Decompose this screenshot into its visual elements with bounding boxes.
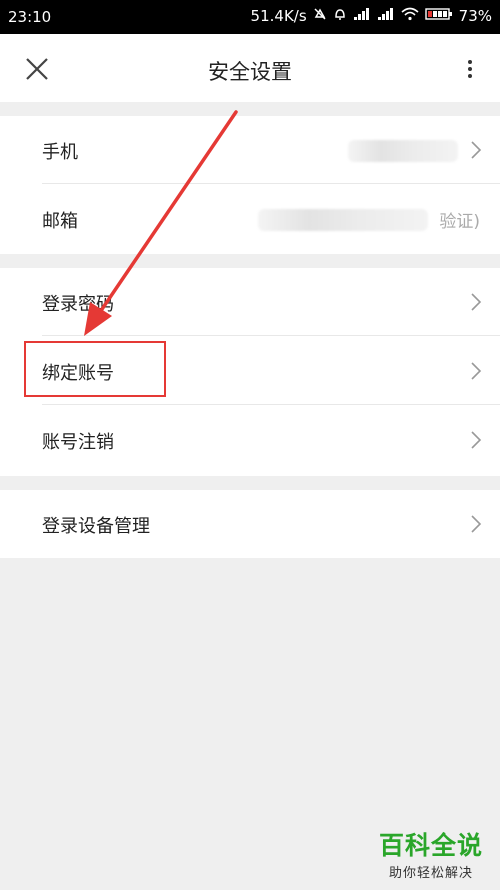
account-contact-group: 手机 邮箱 验证) [0,116,500,254]
highlight-box [24,341,166,397]
divider [42,335,500,336]
email-verify-hint: 验证) [439,212,480,232]
divider [42,183,500,184]
battery-icon [424,7,453,25]
network-speed: 51.4K/s [250,7,307,25]
redacted-value [348,140,458,162]
header: 安全设置 [0,34,500,102]
settings-item-label: 登录设备管理 [42,516,150,537]
settings-item-phone[interactable]: 手机 [0,116,500,184]
settings-item-label: 账号注销 [42,432,114,453]
mute-icon [313,7,327,25]
chevron-right-icon [470,430,482,450]
redacted-value [258,209,428,231]
settings-item-label: 登录密码 [42,294,114,315]
wifi-icon [401,7,419,25]
battery-percent: 73% [458,7,492,25]
device-group: 登录设备管理 [0,490,500,558]
settings-item-account-deletion[interactable]: 账号注销 [0,406,500,474]
chevron-right-icon [470,292,482,312]
signal-icon [353,7,371,25]
settings-item-device-management[interactable]: 登录设备管理 [0,490,500,558]
more-vertical-icon[interactable] [466,58,474,80]
chevron-right-icon [470,140,482,160]
settings-item-login-password[interactable]: 登录密码 [0,268,500,336]
settings-item-label: 邮箱 [42,211,78,232]
signal-icon [377,7,395,25]
status-time: 23:10 [8,8,52,26]
watermark-logo: 百科全说 助你轻松解决 [368,826,494,882]
chevron-right-icon [470,361,482,381]
chevron-right-icon [470,514,482,534]
settings-item-email[interactable]: 邮箱 验证) [0,185,500,253]
watermark-slogan: 助你轻松解决 [388,866,473,881]
alarm-icon [333,7,347,25]
page-title: 安全设置 [208,60,292,84]
status-bar: 23:10 51.4K/s 73% [0,0,500,34]
watermark-title: 百科全说 [378,831,483,860]
status-right: 51.4K/s 73% [251,7,492,25]
divider [42,404,500,405]
settings-item-label: 手机 [42,142,78,163]
